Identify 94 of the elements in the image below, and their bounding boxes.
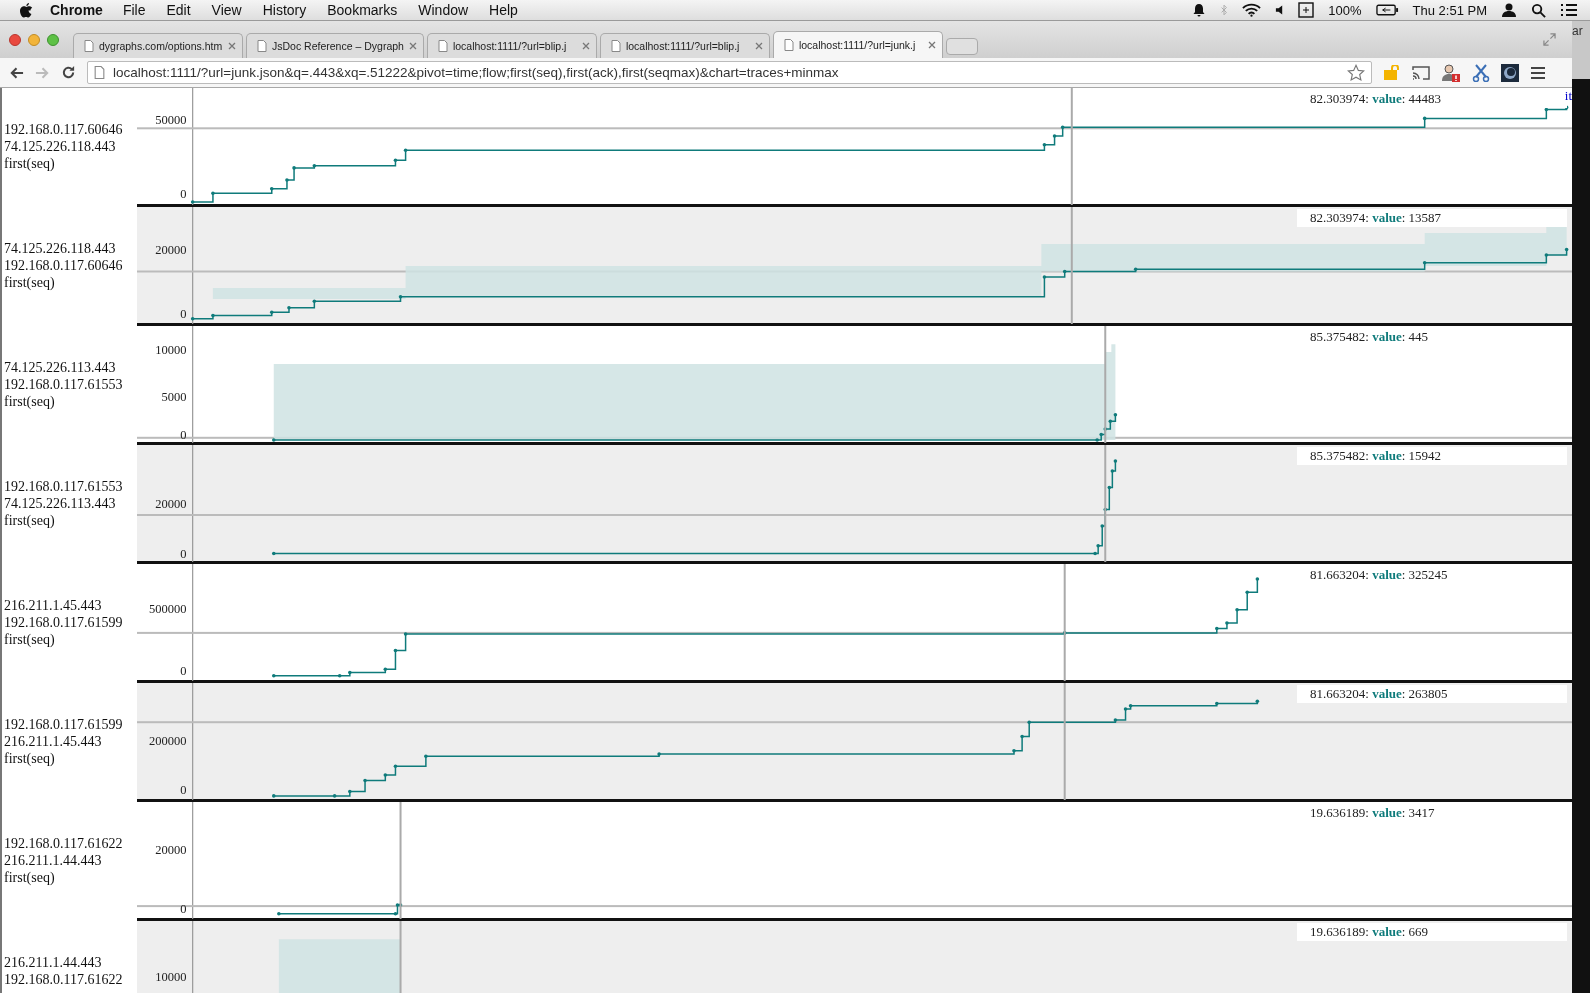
series-label: 74.125.226.118.443 — [4, 240, 117, 257]
series-label: first(seq) — [4, 631, 56, 648]
series-label: 192.168.0.117.60646 — [4, 121, 124, 138]
series-label: 192.168.0.117.60646 — [4, 257, 124, 274]
axis-tick-label: 0 — [180, 783, 187, 798]
axis-tick-label: 20000 — [155, 242, 187, 257]
axis-tick-label: 20000 — [155, 497, 187, 511]
reload-icon[interactable] — [61, 65, 76, 80]
zoom-window-icon[interactable] — [47, 33, 59, 46]
series-label: first(seq) — [4, 869, 56, 886]
series-label: 192.168.0.117.61553 — [4, 376, 124, 393]
close-icon[interactable] — [581, 42, 590, 50]
cursor-line — [399, 921, 402, 993]
page-icon — [437, 40, 448, 52]
star-icon[interactable] — [1347, 63, 1365, 82]
close-icon[interactable] — [408, 42, 417, 50]
cast-icon[interactable] — [1412, 64, 1430, 81]
series-label: 74.125.226.118.443 — [4, 138, 117, 155]
close-window-icon[interactable] — [9, 33, 21, 46]
page-icon — [783, 39, 794, 51]
legend: 85.375482: value: 15942 — [1297, 447, 1567, 465]
axis-tick-label: 0 — [180, 546, 187, 561]
browser-tab[interactable]: localhost:1111/?url=blip.j — [426, 33, 597, 58]
axis-tick-label: 5000 — [161, 390, 187, 405]
series-label: 74.125.226.113.443 — [4, 359, 117, 376]
series-label: 192.168.0.117.61622 — [4, 971, 124, 988]
series-label: 74.125.226.113.443 — [4, 495, 117, 512]
axis-tick-label: 50000 — [155, 112, 187, 127]
window-text: ar — [1572, 24, 1583, 38]
menu-item[interactable]: Bookmarks — [327, 2, 398, 18]
axis-tick-label: 10000 — [155, 969, 187, 984]
axis-tick-label: 0 — [180, 307, 187, 322]
browser-tab[interactable]: JsDoc Reference – Dygraph — [246, 33, 424, 58]
page-icon — [94, 66, 105, 79]
apple-logo-icon[interactable] — [19, 2, 33, 18]
series-label: first(seq) — [4, 750, 56, 767]
series-label: 216.211.1.45.443 — [4, 733, 103, 750]
menu-item[interactable]: File — [122, 2, 146, 18]
menu-item[interactable]: History — [262, 2, 307, 18]
calendar-icon[interactable] — [1298, 2, 1315, 18]
menu-item[interactable]: Window — [418, 2, 469, 18]
legend: 19.636189: value: 669 — [1297, 923, 1567, 941]
legend: 82.303974: value: 13587 — [1297, 209, 1567, 227]
bell-icon[interactable] — [1192, 3, 1207, 17]
speaker-icon[interactable] — [1275, 3, 1285, 17]
menu-item[interactable]: Edit — [166, 2, 191, 18]
fullscreen-icon[interactable] — [1543, 33, 1556, 46]
close-icon[interactable] — [927, 41, 936, 49]
back-arrow-icon[interactable] — [9, 65, 24, 80]
series-label: first(seq) — [4, 274, 56, 291]
search-icon[interactable] — [1531, 2, 1546, 18]
menu-icon[interactable] — [1530, 65, 1546, 80]
dark-circle-icon[interactable] — [1501, 63, 1519, 82]
scissors-icon[interactable] — [1472, 63, 1490, 82]
series-label: 216.211.1.44.443 — [4, 954, 103, 971]
list-icon[interactable] — [1560, 3, 1578, 17]
browser-tab[interactable]: localhost:1111/?url=junk.j — [772, 31, 943, 58]
series-label: 192.168.0.117.61622 — [4, 835, 124, 852]
axis-tick-label: 500000 — [149, 601, 187, 616]
menu-item[interactable]: View — [211, 2, 242, 18]
series-label: 192.168.0.117.61599 — [4, 716, 124, 733]
series-label: 192.168.0.117.61553 — [4, 478, 124, 495]
app-menu[interactable]: Chrome — [50, 2, 103, 18]
axis-tick-label: 0 — [180, 664, 187, 679]
page-icon — [257, 40, 267, 52]
person-alert-icon[interactable] — [1441, 62, 1461, 83]
close-icon[interactable] — [754, 42, 763, 50]
close-icon[interactable] — [228, 42, 236, 50]
series-label: first(seq) — [4, 512, 56, 529]
series-label: 192.168.0.117.61599 — [4, 614, 124, 631]
address-bar[interactable]: localhost:1111/?url=junk.json&q=.443&xq=.51222&pivot=time;flow;first(seq),first(ack),first(seqmax)&chart=traces+minmax — [87, 61, 1372, 84]
axis-tick-label: 20000 — [155, 843, 187, 857]
wifi-icon[interactable] — [1242, 3, 1262, 17]
axis-tick-label: 200000 — [149, 733, 187, 748]
menu-bar-clock[interactable]: Thu 2:51 PM — [1412, 2, 1487, 18]
axis-tick-label: 0 — [180, 187, 187, 202]
y-axis-line — [192, 921, 194, 993]
battery-icon[interactable] — [1375, 4, 1399, 16]
axis-tick-label: 10000 — [155, 342, 187, 357]
link[interactable]: it — [1564, 88, 1572, 104]
page-icon — [84, 40, 94, 52]
series-label: first(seq) — [4, 155, 56, 172]
browser-tab[interactable]: dygraphs.com/options.htm — [73, 33, 243, 58]
series-label: 216.211.1.44.443 — [4, 852, 103, 869]
series-label: 216.211.1.45.443 — [4, 597, 103, 614]
axis-tick-label: 0 — [180, 427, 187, 442]
menu-item[interactable]: Help — [489, 2, 518, 18]
page-icon — [610, 40, 621, 52]
battery-percentage: 100% — [1328, 2, 1362, 18]
axis-tick-label: 0 — [180, 902, 187, 917]
series-label: first(seq) — [4, 393, 56, 410]
browser-tab[interactable]: localhost:1111/?url=blip.j — [599, 33, 770, 58]
user-icon[interactable] — [1501, 2, 1517, 18]
legend: 81.663204: value: 263805 — [1297, 685, 1567, 703]
